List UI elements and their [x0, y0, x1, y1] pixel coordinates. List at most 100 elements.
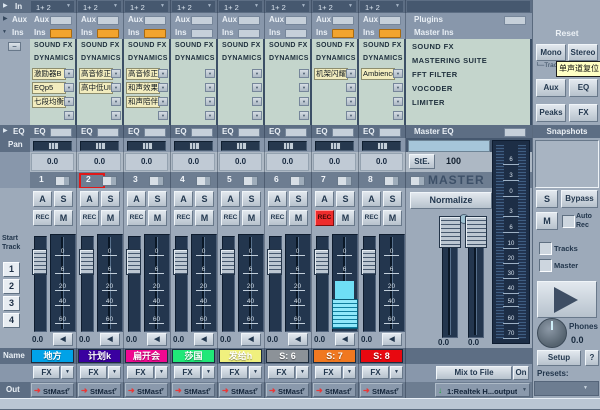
fx-dropdown-button[interactable]: ▼ [249, 366, 262, 379]
fx-dropdown-button[interactable]: ▼ [61, 366, 74, 379]
dynamics-label[interactable]: DYNAMICS [81, 55, 121, 62]
fx-dropdown-button[interactable]: ▼ [155, 366, 168, 379]
solo-button[interactable]: S [242, 191, 261, 207]
pan-handle[interactable] [283, 142, 294, 150]
fx-slot-dropdown[interactable]: ▼ [64, 83, 74, 92]
record-arm-button[interactable]: REC [127, 210, 146, 226]
ins-label[interactable]: Ins [128, 26, 140, 39]
master-ins-label[interactable]: Master Ins [414, 26, 454, 39]
ins-label[interactable]: Ins [81, 26, 93, 39]
pan-slider[interactable] [80, 141, 119, 151]
aux-label[interactable]: Aux [128, 13, 143, 26]
gain-fader-track[interactable] [81, 236, 94, 332]
gain-fader-handle[interactable] [79, 249, 94, 275]
master-fader-right-handle[interactable] [465, 216, 487, 248]
dynamics-label[interactable]: DYNAMICS [128, 55, 168, 62]
volume-fader-track[interactable]: 06204060 [191, 234, 217, 332]
eq-toggle-button[interactable] [379, 128, 401, 137]
volume-fader-track[interactable]: 06204060 [332, 234, 358, 332]
start-track-2-button[interactable]: 2 [3, 279, 20, 294]
pan-slider[interactable] [268, 141, 307, 151]
setup-button[interactable]: Setup [537, 350, 581, 366]
volume-fader-track[interactable]: 06204060 [238, 234, 264, 332]
play-button[interactable] [537, 281, 597, 318]
input-routing-select[interactable]: 1+ 2 ▼ [78, 1, 121, 12]
fx-dropdown-button[interactable]: ▼ [296, 366, 309, 379]
fx-slot-dropdown[interactable]: ▼ [111, 83, 121, 92]
channel-mini-toggle[interactable] [243, 176, 258, 186]
input-routing-select[interactable]: 1+ 2 ▼ [172, 1, 215, 12]
solo-button[interactable]: S [54, 191, 73, 207]
volume-fader-track[interactable]: 06204060 [50, 234, 76, 332]
select-a-button[interactable]: A [221, 191, 240, 207]
monitor-speaker-button[interactable]: ◀ [147, 333, 167, 346]
output-routing-select[interactable]: ➜ StMast ▼ [31, 383, 74, 397]
fx-button[interactable]: FX [33, 366, 60, 379]
channel-number[interactable]: 1 [39, 174, 44, 184]
fx-slot-dropdown[interactable]: ▼ [64, 111, 74, 120]
fx-slot-dropdown[interactable]: ▼ [158, 97, 168, 106]
gain-fader-track[interactable] [34, 236, 47, 332]
channel-number[interactable]: 6 [274, 174, 279, 184]
fx-button[interactable]: FX [174, 366, 201, 379]
fx-plugin-select[interactable]: 高音修正 [79, 68, 113, 80]
fx-slot-dropdown[interactable]: ▼ [252, 111, 262, 120]
fx-plugin-select[interactable]: 高音修正 [126, 68, 160, 80]
monitor-speaker-button[interactable]: ◀ [382, 333, 402, 346]
aux-label[interactable]: Aux [222, 13, 237, 26]
select-a-button[interactable]: A [127, 191, 146, 207]
gain-fader-track[interactable] [316, 236, 329, 332]
pan-handle[interactable] [330, 142, 341, 150]
solo-button[interactable]: S [289, 191, 308, 207]
aux-toggle-button[interactable] [50, 16, 72, 25]
select-a-button[interactable]: A [33, 191, 52, 207]
fx-slot-dropdown[interactable]: ▼ [346, 97, 356, 106]
eq-toggle-button[interactable] [285, 128, 307, 137]
master-eq-toggle-button[interactable] [504, 128, 526, 137]
aux-toggle-button[interactable] [191, 16, 213, 25]
ins-label[interactable]: Ins [269, 26, 281, 39]
fx-slot-dropdown[interactable]: ▼ [205, 97, 215, 106]
eq-label[interactable]: EQ [81, 125, 93, 138]
input-routing-select[interactable]: 1+ 2 ▼ [125, 1, 168, 12]
volume-fader-track[interactable]: 06204060 [97, 234, 123, 332]
fx-plugin-select[interactable]: 机架闪耀 [314, 68, 348, 80]
mute-button[interactable]: M [289, 210, 308, 226]
mix-to-file-button[interactable]: Mix to File [436, 366, 512, 380]
input-routing-select[interactable]: 1+ 2 ▼ [360, 1, 403, 12]
monitor-speaker-button[interactable]: ◀ [194, 333, 214, 346]
channel-number[interactable]: 2 [86, 174, 91, 184]
fx-slot-dropdown[interactable]: ▼ [158, 83, 168, 92]
input-routing-select[interactable]: 1+ 2 ▼ [219, 1, 262, 12]
fx-slot-dropdown[interactable]: ▼ [346, 69, 356, 78]
pan-slider[interactable] [315, 141, 354, 151]
fx-plugin-select[interactable]: 和声陪伴 [126, 96, 160, 108]
fx-button[interactable]: FX [362, 366, 389, 379]
mute-button[interactable]: M [383, 210, 402, 226]
output-routing-select[interactable]: ➜ StMast ▼ [219, 383, 262, 397]
fx-slot-dropdown[interactable]: ▼ [252, 69, 262, 78]
pan-slider[interactable] [362, 141, 401, 151]
collapse-button[interactable]: − [8, 42, 21, 51]
auto-rec-checkbox[interactable] [562, 215, 575, 228]
gain-fader-handle[interactable] [32, 249, 47, 275]
track-name[interactable]: 发给h [219, 349, 262, 363]
sound-fx-label[interactable]: SOUND FX [81, 42, 120, 49]
fx-button[interactable]: FX [80, 366, 107, 379]
tracks-checkbox[interactable] [539, 242, 552, 255]
monitor-speaker-button[interactable]: ◀ [288, 333, 308, 346]
mute-button[interactable]: M [148, 210, 167, 226]
solo-button[interactable]: S [101, 191, 120, 207]
fx-slot-dropdown[interactable]: ▼ [346, 83, 356, 92]
ins-toggle-button[interactable] [144, 29, 166, 38]
pan-slider[interactable] [33, 141, 72, 151]
record-arm-button[interactable]: REC [221, 210, 240, 226]
sound-fx-label[interactable]: SOUND FX [175, 42, 214, 49]
mute-button[interactable]: M [242, 210, 261, 226]
mute-button[interactable]: M [336, 210, 355, 226]
monitor-speaker-button[interactable]: ◀ [241, 333, 261, 346]
volume-fader-track[interactable]: 06204060 [144, 234, 170, 332]
pan-handle[interactable] [95, 142, 106, 150]
fx-slot-dropdown[interactable]: ▼ [393, 83, 403, 92]
volume-fader-handle[interactable] [332, 299, 358, 329]
